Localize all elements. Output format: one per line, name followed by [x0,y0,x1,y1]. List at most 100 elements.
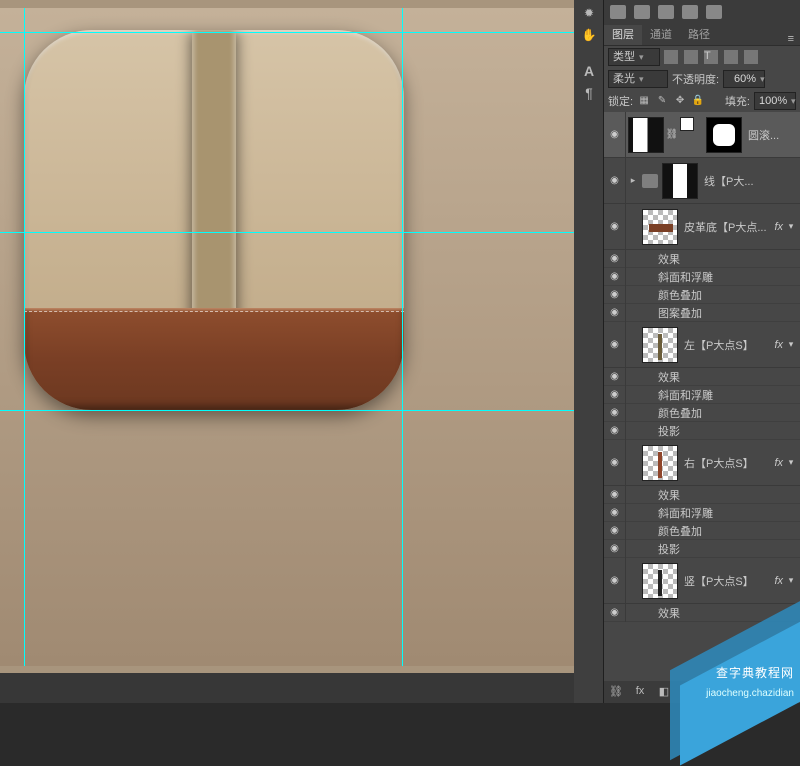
opacity-input[interactable]: 60% [723,70,765,88]
lock-position-icon[interactable]: ✥ [673,94,687,108]
filter-adjust-icon[interactable] [684,50,698,64]
visibility-toggle[interactable]: ◉ [604,322,626,367]
guide-vertical[interactable] [24,8,25,666]
fx-collapse-icon[interactable]: ▾ [786,221,796,232]
fx-item[interactable]: ◉颜色叠加 [604,522,800,540]
visibility-toggle[interactable]: ◉ [604,522,626,540]
layer-fx-icon[interactable]: fx [632,685,648,699]
adj-icon[interactable] [682,5,698,19]
fx-badge[interactable]: fx [771,221,786,233]
fx-collapse-icon[interactable]: ▾ [786,575,796,586]
fx-header[interactable]: ◉效果 [604,250,800,268]
layer-mask-icon[interactable]: ◧ [656,685,672,699]
filter-smart-icon[interactable] [744,50,758,64]
tab-channels[interactable]: 通道 [642,25,680,45]
layer-item[interactable]: ◉ 左【P大点S】 fx▾ [604,322,800,368]
layer-thumb[interactable] [628,117,664,153]
document-canvas[interactable] [0,8,574,666]
fx-collapse-icon[interactable]: ▾ [786,339,796,350]
adj-icon[interactable] [634,5,650,19]
lock-pixels-icon[interactable]: ✎ [655,94,669,108]
fx-item[interactable]: ◉投影 [604,540,800,558]
visibility-toggle[interactable]: ◉ [604,286,626,304]
visibility-toggle[interactable]: ◉ [604,604,626,622]
hand-icon[interactable]: ✋ [580,26,598,44]
paragraph-panel-icon[interactable]: ¶ [580,84,598,102]
blend-opacity-row: 柔光 不透明度: 60% [604,68,800,90]
visibility-toggle[interactable]: ◉ [604,250,626,268]
visibility-toggle[interactable]: ◉ [604,268,626,286]
fx-header[interactable]: ◉效果 [604,486,800,504]
visibility-toggle[interactable]: ◉ [604,112,626,157]
visibility-toggle[interactable]: ◉ [604,504,626,522]
character-panel-icon[interactable]: A [580,62,598,80]
layer-thumb[interactable] [642,445,678,481]
layer-thumb[interactable] [642,327,678,363]
filter-pixel-icon[interactable] [664,50,678,64]
link-icon[interactable]: ⛓ [668,117,676,153]
layer-item[interactable]: ◉ 竖【P大点S】 fx▾ [604,558,800,604]
layer-name[interactable]: 线【P大... [700,173,796,189]
fx-item[interactable]: ◉投影 [604,422,800,440]
visibility-toggle[interactable]: ◉ [604,304,626,322]
layer-item[interactable]: ◉ ⛓ 圆滚... [604,112,800,158]
visibility-toggle[interactable]: ◉ [604,404,626,422]
guide-horizontal[interactable] [0,232,574,233]
blend-mode-select[interactable]: 柔光 [608,70,668,88]
filter-kind-select[interactable]: 类型 [608,48,660,66]
layers-list[interactable]: ◉ ⛓ 圆滚... ◉ ▸ 线【P大... ◉ 皮革底【P大 [604,112,800,681]
layer-thumb[interactable] [642,209,678,245]
layer-item[interactable]: ◉ 皮革底【P大点... fx▾ [604,204,800,250]
layer-thumb[interactable] [642,563,678,599]
fx-collapse-icon[interactable]: ▾ [786,457,796,468]
fx-badge[interactable]: fx [771,339,786,351]
visibility-toggle[interactable]: ◉ [604,386,626,404]
adjustment-layer-icon[interactable]: ◐ [680,685,696,699]
layer-mask-thumb[interactable] [706,117,742,153]
visibility-toggle[interactable]: ◉ [604,440,626,485]
layer-item[interactable]: ◉ 右【P大点S】 fx▾ [604,440,800,486]
visibility-toggle[interactable]: ◉ [604,558,626,603]
visibility-toggle[interactable]: ◉ [604,422,626,440]
layer-name[interactable]: 圆滚... [744,127,796,143]
lock-all-icon[interactable]: 🔒 [691,94,705,108]
tab-layers[interactable]: 图层 [604,25,642,45]
layer-name[interactable]: 皮革底【P大点... [680,219,771,235]
fx-item[interactable]: ◉图案叠加 [604,304,800,322]
fx-header[interactable]: ◉效果 [604,604,800,622]
visibility-toggle[interactable]: ◉ [604,204,626,249]
visibility-toggle[interactable]: ◉ [604,158,626,203]
fx-item[interactable]: ◉斜面和浮雕 [604,386,800,404]
guide-vertical[interactable] [402,8,403,666]
layer-group[interactable]: ◉ ▸ 线【P大... [604,158,800,204]
tab-paths[interactable]: 路径 [680,25,718,45]
layer-name[interactable]: 竖【P大点S】 [680,573,771,589]
filter-shape-icon[interactable] [724,50,738,64]
layer-name[interactable]: 左【P大点S】 [680,337,771,353]
link-layers-icon[interactable]: ⛓ [608,685,624,699]
filter-type-icon[interactable]: T [704,50,718,64]
visibility-toggle[interactable]: ◉ [604,368,626,386]
visibility-toggle[interactable]: ◉ [604,486,626,504]
fx-item[interactable]: ◉颜色叠加 [604,286,800,304]
fill-input[interactable]: 100% [754,92,796,110]
fx-badge[interactable]: fx [771,575,786,587]
fx-item[interactable]: ◉斜面和浮雕 [604,504,800,522]
mask-thumb[interactable] [680,117,694,131]
guide-horizontal[interactable] [0,32,574,33]
visibility-toggle[interactable]: ◉ [604,540,626,558]
group-mask-thumb[interactable] [662,163,698,199]
adj-icon[interactable] [658,5,674,19]
guide-horizontal[interactable] [0,410,574,411]
adj-icon[interactable] [706,5,722,19]
fx-header[interactable]: ◉效果 [604,368,800,386]
adj-icon[interactable] [610,5,626,19]
layer-name[interactable]: 右【P大点S】 [680,455,771,471]
light-icon[interactable]: ✹ [580,4,598,22]
panel-menu-icon[interactable]: ≡ [782,33,800,45]
fx-badge[interactable]: fx [771,457,786,469]
fx-item[interactable]: ◉斜面和浮雕 [604,268,800,286]
reveal-toggle[interactable]: ▸ [626,175,640,186]
lock-transparent-icon[interactable]: ▦ [637,94,651,108]
fx-item[interactable]: ◉颜色叠加 [604,404,800,422]
